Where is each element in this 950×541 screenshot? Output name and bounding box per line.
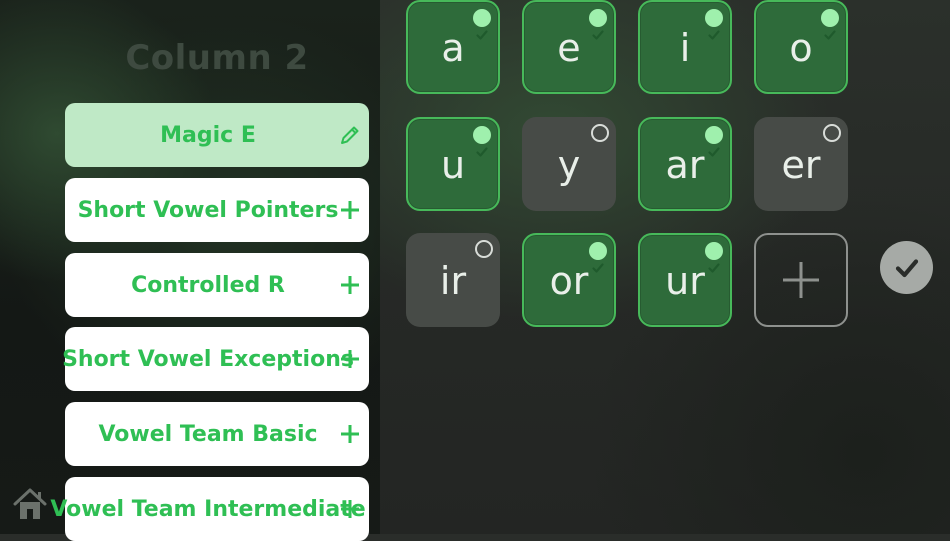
column-title: Column 2: [125, 38, 309, 78]
tile-label: er: [781, 143, 821, 187]
check-badge-icon: [705, 242, 723, 273]
tile-label: e: [557, 26, 581, 70]
category-label: Short Vowel Exceptions: [62, 346, 354, 372]
category-label: Magic E: [160, 122, 256, 148]
unchecked-circle-icon: [823, 124, 841, 142]
tile-label: i: [679, 26, 691, 70]
check-badge-icon: [705, 9, 723, 40]
tile-label: ar: [665, 143, 705, 187]
unchecked-circle-icon: [591, 124, 609, 142]
tile-o[interactable]: o: [754, 0, 848, 94]
tile-ir[interactable]: ir: [406, 233, 500, 327]
plus-icon[interactable]: [339, 199, 361, 221]
tile-y[interactable]: y: [522, 117, 616, 211]
plus-icon[interactable]: [339, 274, 361, 296]
category-label: Vowel Team Intermediate: [50, 496, 366, 522]
checkmark-icon: [895, 258, 918, 277]
pencil-icon[interactable]: [339, 124, 361, 146]
category-controlled-r[interactable]: Controlled R: [65, 253, 369, 317]
tile-label: o: [789, 26, 813, 70]
category-label: Controlled R: [131, 272, 285, 298]
tile-label: ur: [665, 259, 705, 303]
tile-label: or: [549, 259, 589, 303]
tile-e[interactable]: e: [522, 0, 616, 94]
check-badge-icon: [705, 126, 723, 157]
tile-label: ir: [439, 259, 467, 303]
check-badge-icon: [821, 9, 839, 40]
check-badge-icon: [589, 242, 607, 273]
check-badge-icon: [473, 126, 491, 157]
plus-icon[interactable]: [339, 423, 361, 445]
add-tile-button[interactable]: [754, 233, 848, 327]
tile-label: u: [440, 143, 466, 187]
tile-or[interactable]: or: [522, 233, 616, 327]
tile-label: a: [441, 26, 465, 70]
tile-er[interactable]: er: [754, 117, 848, 211]
tile-ur[interactable]: ur: [638, 233, 732, 327]
category-panel: Column 2 Magic E Short Vowel Pointers Co…: [0, 0, 380, 541]
tile-a[interactable]: a: [406, 0, 500, 94]
category-magic-e[interactable]: Magic E: [65, 103, 369, 167]
check-badge-icon: [589, 9, 607, 40]
home-icon[interactable]: [12, 486, 48, 522]
unchecked-circle-icon: [475, 240, 493, 258]
plus-icon[interactable]: [339, 348, 361, 370]
tile-i[interactable]: i: [638, 0, 732, 94]
plus-icon: [783, 262, 819, 298]
category-short-vowel-pointers[interactable]: Short Vowel Pointers: [65, 178, 369, 242]
category-label: Short Vowel Pointers: [77, 197, 339, 223]
tile-u[interactable]: u: [406, 117, 500, 211]
tile-label: y: [557, 143, 581, 187]
tile-ar[interactable]: ar: [638, 117, 732, 211]
check-badge-icon: [473, 9, 491, 40]
category-vowel-team-intermediate[interactable]: Vowel Team Intermediate: [50, 477, 369, 541]
confirm-button[interactable]: [880, 241, 933, 294]
plus-icon[interactable]: [339, 498, 361, 520]
category-short-vowel-exceptions[interactable]: Short Vowel Exceptions: [62, 327, 369, 391]
category-vowel-team-basic[interactable]: Vowel Team Basic: [65, 402, 369, 466]
category-label: Vowel Team Basic: [98, 421, 318, 447]
